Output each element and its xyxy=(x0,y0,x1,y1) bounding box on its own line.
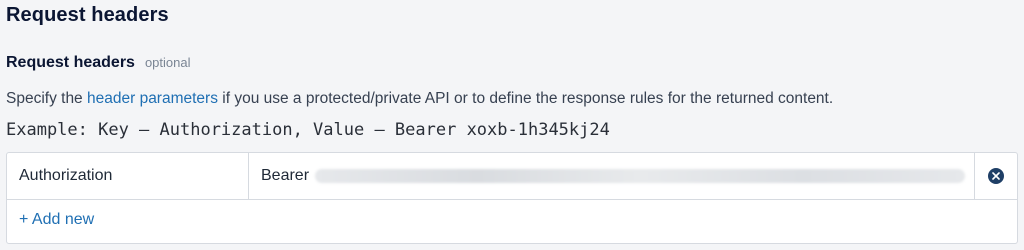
header-row: Authorization Bearer xyxy=(7,153,1017,200)
optional-tag: optional xyxy=(144,55,191,70)
description-text-after: if you use a protected/private API or to… xyxy=(217,90,834,107)
header-parameters-link[interactable]: header parameters xyxy=(87,90,218,107)
add-new-button[interactable]: + Add new xyxy=(19,211,94,229)
field-label: Request headers optional xyxy=(6,54,190,72)
header-value-field[interactable]: Bearer xyxy=(249,153,975,199)
remove-cell xyxy=(975,153,1017,199)
description-text-before: Specify the xyxy=(6,90,87,107)
header-key-value: Authorization xyxy=(19,167,113,184)
field-description: Specify the header parameters if you use… xyxy=(6,90,833,108)
headers-table: Authorization Bearer + Add new xyxy=(6,152,1018,244)
section-title: Request headers xyxy=(6,4,169,26)
example-text: Example: Key – Authorization, Value – Be… xyxy=(6,120,610,140)
redacted-token xyxy=(315,169,966,183)
header-value-prefix: Bearer xyxy=(261,167,310,184)
field-label-text: Request headers xyxy=(6,54,135,71)
close-circle-icon[interactable] xyxy=(988,168,1004,184)
header-key-field[interactable]: Authorization xyxy=(7,153,249,199)
